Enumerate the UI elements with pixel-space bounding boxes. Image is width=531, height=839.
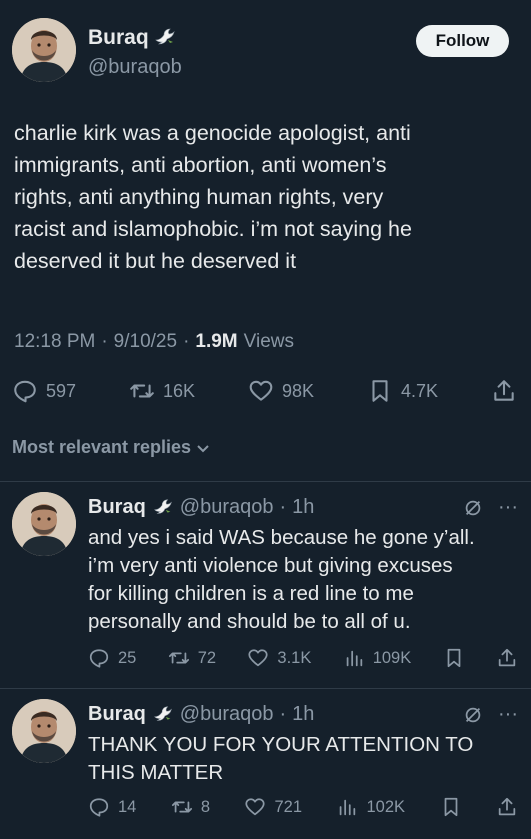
- reply-icon: [89, 649, 109, 668]
- more-icon[interactable]: ···: [498, 703, 518, 726]
- reply-actions: 14 8 721 102K: [88, 793, 518, 821]
- views-chart-icon: [346, 650, 362, 667]
- bookmark-count: 4.7K: [400, 380, 438, 401]
- author-avatar[interactable]: [12, 18, 76, 82]
- views-count: 109K: [372, 648, 412, 667]
- separator-dot: ·: [101, 331, 108, 352]
- reply-author-name[interactable]: Buraq: [88, 496, 146, 519]
- views-button[interactable]: 102K: [336, 796, 405, 818]
- tweet-date[interactable]: 9/10/25: [114, 331, 177, 353]
- reply-age[interactable]: 1h: [292, 496, 314, 519]
- heart-icon: [245, 798, 266, 816]
- reply-header: Buraq @buraqob · 1h ···: [88, 496, 518, 519]
- grok-icon[interactable]: [462, 497, 484, 519]
- views-count: 1.9M: [195, 331, 238, 352]
- author-name[interactable]: Buraq: [88, 26, 177, 50]
- separator-dot: ·: [183, 331, 190, 352]
- tweet-meta: 12:18 PM · 9/10/25 · 1.9M Views: [14, 331, 294, 353]
- reply-icon: [89, 798, 109, 817]
- grok-icon[interactable]: [462, 704, 484, 726]
- reply-handle[interactable]: @buraqob: [180, 703, 274, 726]
- reply-author-name[interactable]: Buraq: [88, 703, 146, 726]
- more-icon[interactable]: ···: [498, 496, 518, 519]
- reply-button[interactable]: 25: [88, 647, 136, 669]
- separator-dot: ·: [279, 703, 287, 725]
- repost-count: 8: [200, 797, 211, 816]
- share-icon: [494, 380, 514, 401]
- tweet-text: charlie kirk was a genocide apologist, a…: [14, 121, 412, 273]
- bookmark-button[interactable]: [443, 647, 465, 669]
- repost-icon: [171, 801, 192, 813]
- repost-icon: [130, 384, 154, 398]
- dove-emoji-icon: [152, 497, 174, 519]
- repost-icon: [168, 652, 189, 664]
- tweet-time[interactable]: 12:18 PM: [14, 331, 95, 353]
- share-button[interactable]: [491, 378, 517, 404]
- views-count: 102K: [366, 797, 406, 816]
- reply-actions: 25 72 3.1K 109K: [88, 644, 518, 672]
- repost-button[interactable]: 16K: [129, 378, 195, 404]
- reply-button[interactable]: 14: [88, 796, 136, 818]
- reply-count: 25: [118, 648, 137, 667]
- like-count: 98K: [281, 380, 315, 401]
- reply-text: THANK YOU FOR YOUR ATTENTION TO THIS MAT…: [88, 733, 474, 784]
- repost-count: 72: [197, 648, 217, 667]
- like-button[interactable]: 721: [244, 796, 302, 818]
- reply-button[interactable]: 597: [12, 378, 76, 404]
- share-button[interactable]: [496, 796, 518, 818]
- repost-button[interactable]: 8: [171, 796, 210, 818]
- reply-avatar[interactable]: [12, 699, 76, 763]
- heart-icon: [248, 649, 268, 667]
- views-button[interactable]: 109K: [343, 647, 412, 669]
- bookmark-icon: [447, 648, 460, 668]
- repost-button[interactable]: 72: [168, 647, 216, 669]
- dove-emoji-icon: [153, 26, 177, 50]
- bookmark-button[interactable]: 4.7K: [367, 378, 438, 404]
- heart-icon: [249, 380, 273, 401]
- share-icon: [498, 648, 516, 667]
- author-name-text: Buraq: [88, 26, 149, 49]
- bookmark-button[interactable]: [440, 796, 462, 818]
- reply-item[interactable]: Buraq @buraqob · 1h ··· THANK YOU FOR YO…: [0, 689, 531, 839]
- reply-icon: [14, 380, 36, 403]
- bookmark-icon: [372, 380, 388, 402]
- sort-label: Most relevant replies: [12, 437, 192, 457]
- like-button[interactable]: 3.1K: [247, 647, 311, 669]
- views-chart-icon: [340, 799, 356, 816]
- reply-age[interactable]: 1h: [292, 703, 314, 726]
- follow-button[interactable]: Follow: [416, 25, 509, 57]
- repost-count: 16K: [163, 380, 196, 401]
- like-count: 721: [274, 797, 303, 816]
- like-count: 3.1K: [277, 648, 312, 667]
- reply-item[interactable]: Buraq @buraqob · 1h ··· and yes i said W…: [0, 482, 531, 687]
- reply-handle[interactable]: @buraqob: [180, 496, 274, 519]
- author-handle[interactable]: @buraqob: [88, 56, 182, 79]
- views-label: Views: [243, 331, 294, 352]
- chevron-down-icon: [197, 444, 209, 452]
- bookmark-icon: [444, 797, 457, 817]
- dove-emoji-icon: [152, 704, 174, 726]
- reply-avatar[interactable]: [12, 492, 76, 556]
- tweet-actions: 597 16K 98K 4.7K: [12, 373, 517, 409]
- reply-count: 597: [46, 380, 77, 401]
- share-button[interactable]: [496, 647, 518, 669]
- like-button[interactable]: 98K: [248, 378, 314, 404]
- reply-count: 14: [118, 797, 137, 816]
- reply-text: and yes i said WAS because he gone y’all…: [88, 526, 475, 633]
- reply-header: Buraq @buraqob · 1h ···: [88, 703, 518, 726]
- separator-dot: ·: [279, 496, 287, 518]
- sort-replies-dropdown[interactable]: Most relevant replies: [12, 437, 211, 458]
- share-icon: [498, 797, 516, 816]
